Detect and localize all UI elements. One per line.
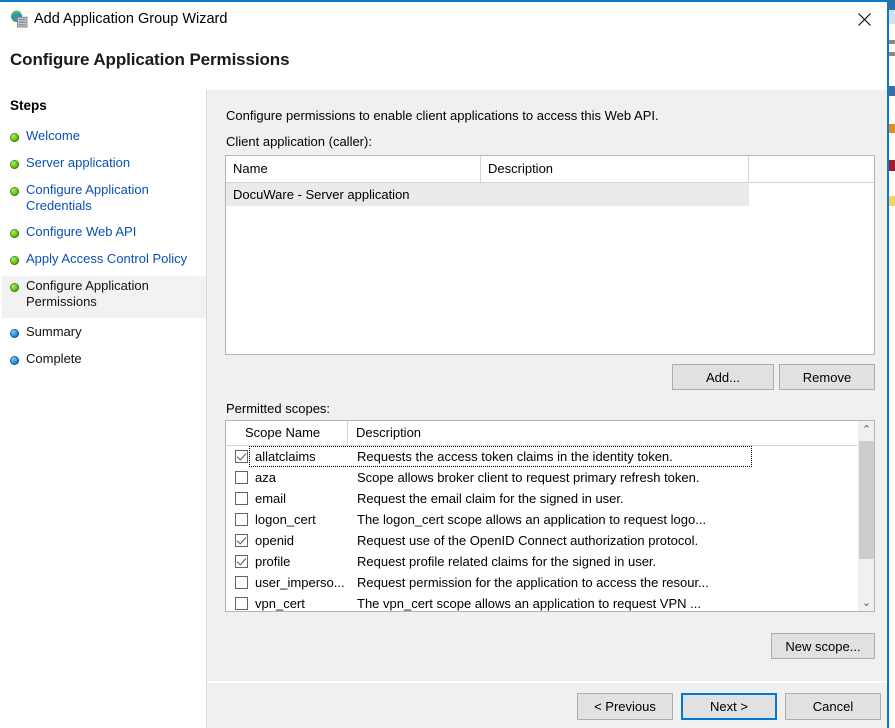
scrollbar-thumb[interactable] bbox=[859, 441, 874, 559]
scope-description: The logon_cert scope allows an applicati… bbox=[357, 512, 707, 527]
scope-name: profile bbox=[255, 554, 291, 569]
scope-description: Request use of the OpenID Connect author… bbox=[357, 533, 699, 548]
scope-name: vpn_cert bbox=[255, 596, 305, 611]
content-pane: Configure permissions to enable client a… bbox=[207, 90, 887, 682]
scope-name: logon_cert bbox=[255, 512, 316, 527]
close-icon[interactable] bbox=[841, 2, 887, 36]
scope-description: Requests the access token claims in the … bbox=[357, 449, 673, 464]
step-status-icon bbox=[10, 160, 19, 169]
step-status-icon bbox=[10, 329, 19, 338]
column-header-description[interactable]: Description bbox=[481, 156, 749, 183]
sidebar-item-label: Configure Application Credentials bbox=[26, 182, 149, 213]
scopes-rows: allatclaims Requests the access token cl… bbox=[226, 446, 874, 611]
step-status-icon bbox=[10, 187, 19, 196]
scope-checkbox[interactable] bbox=[235, 513, 248, 526]
table-row[interactable]: openid Request use of the OpenID Connect… bbox=[226, 530, 874, 551]
column-header-name[interactable]: Name bbox=[226, 156, 481, 183]
scope-name: allatclaims bbox=[255, 449, 316, 464]
add-button[interactable]: Add... bbox=[672, 364, 774, 390]
client-application-list[interactable]: Name Description DocuWare - Server appli… bbox=[225, 155, 875, 355]
sidebar-item-label: Server application bbox=[26, 155, 131, 170]
scope-checkbox[interactable] bbox=[235, 534, 248, 547]
page-title: Configure Application Permissions bbox=[10, 50, 290, 69]
scope-checkbox[interactable] bbox=[235, 492, 248, 505]
step-status-icon bbox=[10, 133, 19, 142]
column-header-filler bbox=[749, 156, 874, 183]
sidebar-item-complete[interactable]: Complete bbox=[2, 349, 206, 369]
steps-heading: Steps bbox=[10, 98, 47, 113]
scope-checkbox[interactable] bbox=[235, 471, 248, 484]
sidebar-item-configure-web-api[interactable]: Configure Web API bbox=[2, 222, 206, 242]
intro-text: Configure permissions to enable client a… bbox=[226, 108, 659, 123]
table-row[interactable]: aza Scope allows broker client to reques… bbox=[226, 467, 874, 488]
sidebar-item-configure-application-credentials[interactable]: Configure Application Credentials bbox=[2, 180, 206, 215]
scope-description: Request profile related claims for the s… bbox=[357, 554, 657, 569]
scopes-scrollbar[interactable]: ⌃ ⌄ bbox=[857, 421, 874, 611]
scope-description: Request the email claim for the signed i… bbox=[357, 491, 624, 506]
table-row[interactable]: user_imperso... Request permission for t… bbox=[226, 572, 874, 593]
steps-sidebar: Steps Welcome Server application Configu… bbox=[2, 90, 206, 728]
sidebar-item-label: Configure Application Permissions bbox=[26, 278, 149, 309]
cancel-button[interactable]: Cancel bbox=[785, 693, 881, 720]
sidebar-item-label: Welcome bbox=[26, 128, 80, 143]
permitted-scopes-list[interactable]: Scope Name Description allatclaims Reque… bbox=[225, 420, 875, 612]
sidebar-item-server-application[interactable]: Server application bbox=[2, 153, 206, 173]
sidebar-item-label: Configure Web API bbox=[26, 224, 137, 239]
scope-checkbox[interactable] bbox=[235, 555, 248, 568]
scope-description: The vpn_cert scope allows an application… bbox=[357, 596, 701, 611]
table-row[interactable]: email Request the email claim for the si… bbox=[226, 488, 874, 509]
scroll-up-icon[interactable]: ⌃ bbox=[858, 421, 874, 438]
scope-name: aza bbox=[255, 470, 276, 485]
sidebar-item-welcome[interactable]: Welcome bbox=[2, 126, 206, 146]
background-window-strip bbox=[889, 0, 895, 728]
wizard-window: Add Application Group Wizard Configure A… bbox=[0, 0, 895, 728]
scope-description: Request permission for the application t… bbox=[357, 575, 709, 590]
new-scope-button[interactable]: New scope... bbox=[771, 633, 875, 659]
footer-bar: < Previous Next > Cancel bbox=[207, 683, 887, 728]
client-list-header: Name Description bbox=[226, 156, 874, 183]
title-bar: Add Application Group Wizard bbox=[2, 2, 887, 36]
scope-checkbox[interactable] bbox=[235, 450, 248, 463]
client-application-name: DocuWare - Server application bbox=[233, 187, 410, 202]
adfs-application-group-icon bbox=[10, 10, 28, 28]
scope-name: openid bbox=[255, 533, 295, 548]
sidebar-item-label: Summary bbox=[26, 324, 82, 339]
sidebar-item-label: Apply Access Control Policy bbox=[26, 251, 188, 266]
scope-name: email bbox=[255, 491, 287, 506]
client-application-label: Client application (caller): bbox=[226, 134, 372, 149]
scroll-down-icon[interactable]: ⌄ bbox=[858, 594, 874, 611]
column-header-scope-name[interactable]: Scope Name bbox=[226, 421, 348, 446]
sidebar-item-summary[interactable]: Summary bbox=[2, 322, 206, 342]
sidebar-item-apply-access-control-policy[interactable]: Apply Access Control Policy bbox=[2, 249, 206, 269]
table-row[interactable]: DocuWare - Server application bbox=[226, 183, 749, 206]
page-header: Configure Application Permissions bbox=[2, 36, 887, 88]
scope-checkbox[interactable] bbox=[235, 597, 248, 610]
step-status-icon bbox=[10, 356, 19, 365]
table-row[interactable]: vpn_cert The vpn_cert scope allows an ap… bbox=[226, 593, 874, 611]
table-row[interactable]: allatclaims Requests the access token cl… bbox=[226, 446, 874, 467]
window-title: Add Application Group Wizard bbox=[34, 11, 228, 27]
sidebar-item-configure-application-permissions[interactable]: Configure Application Permissions bbox=[2, 276, 206, 318]
table-row[interactable]: profile Request profile related claims f… bbox=[226, 551, 874, 572]
permitted-scopes-label: Permitted scopes: bbox=[226, 401, 331, 416]
previous-button[interactable]: < Previous bbox=[577, 693, 673, 720]
remove-button[interactable]: Remove bbox=[779, 364, 875, 390]
sidebar-item-label: Complete bbox=[26, 351, 82, 366]
scopes-list-header: Scope Name Description bbox=[226, 421, 874, 446]
scope-description: Scope allows broker client to request pr… bbox=[357, 470, 700, 485]
scope-name: user_imperso... bbox=[255, 575, 345, 590]
step-status-icon bbox=[10, 283, 19, 292]
scope-checkbox[interactable] bbox=[235, 576, 248, 589]
next-button[interactable]: Next > bbox=[681, 693, 777, 720]
step-status-icon bbox=[10, 256, 19, 265]
column-header-scope-description[interactable]: Description bbox=[348, 421, 874, 446]
close-glyph bbox=[857, 12, 871, 26]
table-row[interactable]: logon_cert The logon_cert scope allows a… bbox=[226, 509, 874, 530]
step-status-icon bbox=[10, 229, 19, 238]
